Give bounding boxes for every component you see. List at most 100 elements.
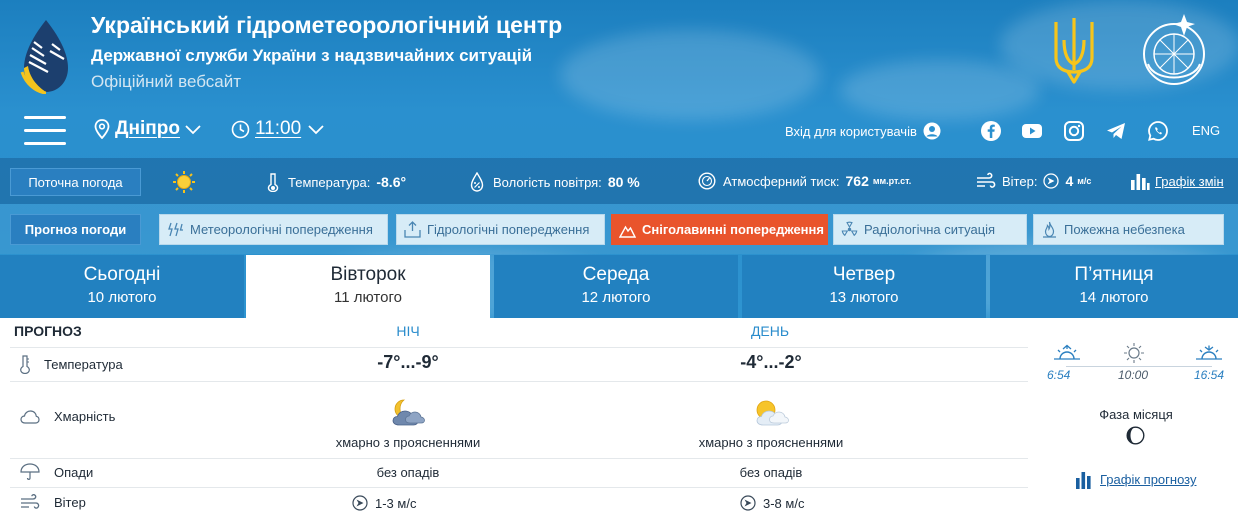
thermometer-icon [267, 173, 279, 192]
forecast-chart-label: Графік прогнозу [1100, 472, 1197, 487]
changes-chart-label: Графік змін [1155, 174, 1224, 189]
wind-unit: м/с [1077, 176, 1092, 186]
youtube-icon[interactable] [1021, 120, 1043, 142]
row-label-text: Хмарність [54, 409, 116, 424]
site-subtitle: Державної служби України з надзвичайних … [91, 46, 533, 65]
user-icon [923, 122, 941, 140]
sky-cloud [840, 60, 1040, 120]
day-temperature: -4°...-2° [740, 352, 802, 372]
row-label-text: Температура [44, 356, 123, 372]
bar-chart-icon [1076, 472, 1091, 489]
wind-speed: 1-3 м/с [375, 495, 417, 511]
day-tab-friday[interactable]: П’ятниця 14 лютого [990, 255, 1238, 318]
time-value: 11:00 [255, 118, 302, 139]
day-tab-wednesday[interactable]: Середа 12 лютого [494, 255, 738, 318]
forecast-chart-link[interactable]: Графік прогнозу [1075, 470, 1196, 489]
row-label-text: Опади [54, 464, 94, 480]
sun-noon-icon [1124, 343, 1144, 363]
changes-chart-link[interactable]: Графік змін [1130, 173, 1224, 190]
current-temperature: Температура: -8.6° [267, 172, 406, 192]
hydro-warnings-tab[interactable]: Гідрологічні попередження [396, 214, 605, 245]
current-weather-button[interactable]: Поточна погода [10, 168, 141, 196]
temperature-row-label: Температура [20, 354, 123, 374]
water-level-icon [404, 221, 421, 238]
moon-phase-icon [1126, 426, 1145, 445]
location-pin-icon [94, 119, 110, 139]
day-date: 13 лютого [829, 289, 899, 306]
row-divider [10, 347, 1028, 348]
day-column-label: ДЕНЬ [750, 323, 790, 339]
day-tab-tuesday[interactable]: Вівторок 11 лютого [246, 255, 490, 318]
day-name: Вівторок [330, 264, 406, 285]
meteo-warnings-tab[interactable]: Метеорологічні попередження [159, 214, 388, 245]
warning-label: Пожежна небезпека [1064, 222, 1185, 237]
wind-speed: 3-8 м/с [763, 495, 805, 511]
warning-label: Метеорологічні попередження [190, 222, 373, 237]
language-switch[interactable]: ENG [1192, 123, 1220, 138]
wmo-emblem-icon [1143, 14, 1205, 85]
storm-warning-icon [168, 222, 183, 236]
radiation-icon [841, 221, 858, 237]
wind-direction-icon [352, 495, 368, 511]
humidity-label: Вологість повітря: [493, 174, 602, 190]
cloud-icon [20, 409, 40, 424]
current-wind: Вітер: 4 м/с [976, 172, 1091, 190]
menu-icon[interactable] [24, 116, 68, 146]
ukraine-trident-icon [1054, 18, 1094, 84]
city-selector[interactable]: Дніпро [94, 118, 202, 140]
official-website-label: Офіційний вебсайт [91, 72, 241, 91]
radiology-tab[interactable]: Радіологічна ситуація [833, 214, 1027, 245]
current-pressure: Атмосферний тиск: 762 мм.рт.ст. [698, 172, 911, 190]
bar-chart-icon [1131, 174, 1150, 190]
row-divider [10, 458, 1028, 459]
night-cloudiness: хмарно з проясненнями [335, 435, 481, 450]
day-name: П’ятниця [1074, 264, 1154, 285]
day-wind: 3-8 м/с [740, 495, 804, 511]
avalanche-warnings-tab[interactable]: Сніголавинні попередження [611, 214, 828, 245]
day-name: Четвер [832, 264, 896, 285]
telegram-icon[interactable] [1105, 120, 1127, 142]
row-divider [10, 487, 1028, 488]
wind-direction-icon [1043, 173, 1060, 189]
instagram-icon[interactable] [1063, 120, 1085, 142]
sky-cloud [560, 30, 820, 120]
day-name: Середа [582, 264, 650, 285]
night-temperature: -7°...-9° [377, 352, 439, 372]
whatsapp-icon[interactable] [1147, 120, 1169, 142]
warning-label: Гідрологічні попередження [427, 222, 590, 237]
temperature-value: -8.6° [376, 174, 407, 190]
day-cloudiness: хмарно з проясненнями [698, 435, 844, 450]
row-divider [10, 381, 1028, 382]
night-wind: 1-3 м/с [352, 495, 416, 511]
time-selector[interactable]: 11:00 [231, 118, 325, 140]
wind-direction-icon [740, 495, 756, 511]
pressure-label: Атмосферний тиск: [723, 173, 840, 189]
forecast-button[interactable]: Прогноз погоди [10, 214, 141, 245]
hydromet-logo-icon[interactable] [20, 18, 72, 94]
chevron-down-icon [185, 125, 201, 135]
chevron-down-icon [308, 125, 324, 135]
thermometer-icon [20, 355, 30, 374]
day-tab-thursday[interactable]: Четвер 13 лютого [742, 255, 986, 318]
sun-timeline [1066, 366, 1212, 367]
solar-noon-time: 10:00 [1118, 368, 1149, 382]
day-date: 14 лютого [1079, 289, 1149, 306]
fire-icon [1043, 221, 1056, 238]
sunrise-icon [1054, 344, 1080, 360]
site-title[interactable]: Український гідрометеорологічний центр [91, 12, 562, 39]
barometer-icon [698, 172, 716, 190]
night-column-label: НІЧ [396, 323, 420, 339]
day-date: 10 лютого [87, 289, 157, 306]
day-tab-today[interactable]: Сьогодні 10 лютого [0, 255, 244, 318]
login-link[interactable]: Вхід для користувачів [785, 122, 941, 140]
row-label-text: Вітер [54, 495, 86, 510]
fire-danger-tab[interactable]: Пожежна небезпека [1033, 214, 1224, 245]
wind-label: Вітер: [1002, 173, 1038, 189]
humidity-value: 80 % [607, 174, 640, 190]
facebook-icon[interactable] [980, 120, 1002, 142]
night-precipitation: без опадів [376, 465, 440, 480]
wind-icon [977, 172, 996, 188]
umbrella-icon [20, 463, 40, 480]
cloudiness-row-label: Хмарність [20, 409, 115, 424]
temperature-label: Температура: [288, 174, 371, 190]
